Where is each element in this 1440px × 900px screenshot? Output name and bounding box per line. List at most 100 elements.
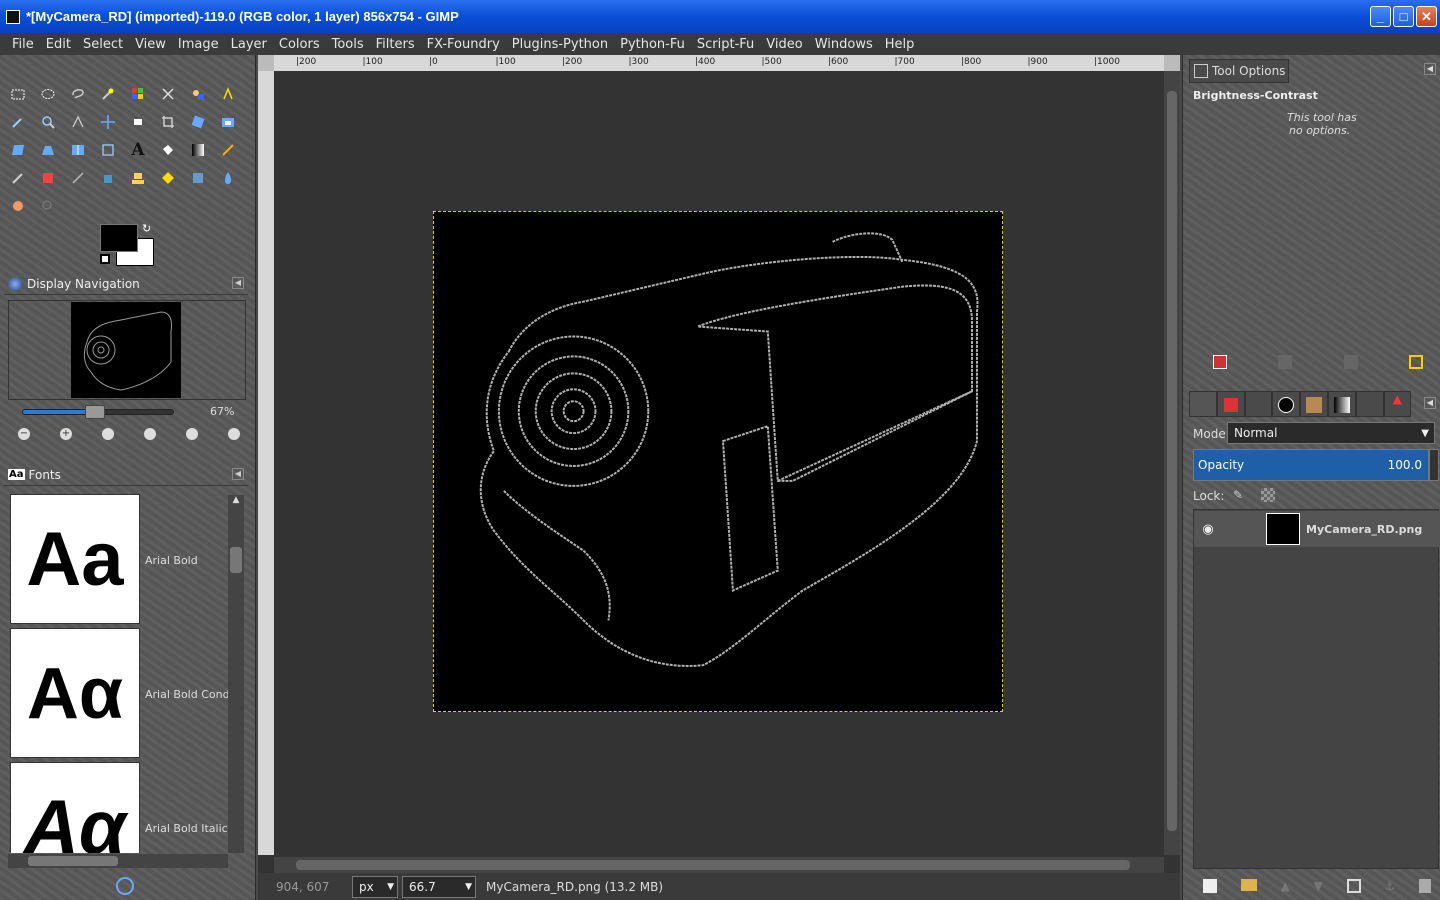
measure-icon[interactable] — [68, 112, 88, 132]
scissors-select-icon[interactable] — [158, 84, 178, 104]
fonts-dock-menu-arrow-icon[interactable]: ◀ — [232, 468, 244, 480]
vertical-ruler[interactable] — [258, 71, 274, 855]
heal-icon[interactable] — [158, 168, 178, 188]
menu-image[interactable]: Image — [172, 37, 225, 52]
canvas-vscroll[interactable] — [1164, 71, 1180, 855]
zoom-in-icon[interactable]: + — [60, 428, 72, 440]
swap-colors-icon[interactable]: ↻ — [142, 222, 151, 235]
new-layer-group-icon[interactable] — [1240, 879, 1257, 891]
bucket-fill-icon[interactable] — [158, 140, 178, 160]
layers-dock-menu-icon[interactable]: ◀ — [1424, 397, 1436, 409]
rect-select-icon[interactable] — [8, 84, 28, 104]
foreground-select-icon[interactable] — [188, 84, 208, 104]
patterns-tab-icon[interactable] — [1300, 391, 1328, 417]
layer-row[interactable]: ◉ MyCamera_RD.png — [1194, 511, 1440, 547]
maximize-button[interactable]: □ — [1393, 6, 1414, 27]
blend-icon[interactable] — [188, 140, 208, 160]
save-preset-icon[interactable] — [1213, 355, 1227, 369]
menu-windows[interactable]: Windows — [809, 37, 879, 52]
navigation-preview[interactable] — [71, 302, 181, 398]
minimize-button[interactable]: _ — [1370, 6, 1391, 27]
airbrush-icon[interactable] — [68, 168, 88, 188]
colormap-tab-icon[interactable] — [1272, 391, 1300, 417]
refresh-fonts-icon[interactable] — [116, 877, 134, 895]
lower-layer-icon[interactable]: ▼ — [1314, 879, 1323, 893]
undo-history-tab-icon[interactable] — [1356, 391, 1384, 417]
perspective-clone-icon[interactable] — [188, 168, 208, 188]
menu-fx-foundry[interactable]: FX-Foundry — [421, 37, 506, 52]
restore-preset-icon[interactable] — [1278, 355, 1293, 369]
delete-layer-icon[interactable] — [1418, 879, 1431, 893]
menu-colors[interactable]: Colors — [273, 37, 326, 52]
clone-icon[interactable] — [128, 168, 148, 188]
raise-layer-icon[interactable]: ▲ — [1281, 879, 1290, 893]
menu-view[interactable]: View — [129, 37, 172, 52]
zoom-select[interactable]: 66.7 ▼ — [402, 875, 476, 898]
menu-layer[interactable]: Layer — [225, 37, 273, 52]
tool-options-menu-icon[interactable]: ◀ — [1424, 63, 1436, 75]
opacity-slider[interactable]: Opacity 100.0 — [1193, 449, 1429, 481]
navigation-tab[interactable]: Display Navigation ◀ — [4, 273, 248, 295]
font-item[interactable]: Aα Arial Bold Conde — [10, 628, 228, 758]
crop-icon[interactable] — [158, 112, 178, 132]
lock-alpha-icon[interactable] — [1261, 488, 1275, 502]
cage-transform-icon[interactable] — [98, 140, 118, 160]
scale-icon[interactable] — [218, 112, 238, 132]
new-layer-icon[interactable] — [1203, 879, 1217, 893]
move-icon[interactable] — [98, 112, 118, 132]
paths-icon[interactable] — [218, 84, 238, 104]
perspective-icon[interactable] — [38, 140, 58, 160]
channels-tab-icon[interactable] — [1216, 391, 1245, 417]
dock-menu-arrow-icon[interactable]: ◀ — [232, 277, 244, 289]
font-item[interactable]: Aa Arial Bold — [10, 494, 228, 624]
close-button[interactable]: ✕ — [1416, 6, 1437, 27]
menu-video[interactable]: Video — [760, 37, 808, 52]
paintbrush-icon[interactable] — [8, 168, 28, 188]
menu-tools[interactable]: Tools — [326, 37, 370, 52]
menu-filters[interactable]: Filters — [370, 37, 421, 52]
image-canvas[interactable] — [433, 211, 1003, 712]
menu-script-fu[interactable]: Script-Fu — [691, 37, 760, 52]
mode-select[interactable]: Normal ▼ — [1227, 422, 1435, 444]
navigation-zoom-handle[interactable] — [85, 405, 105, 419]
smudge-icon[interactable] — [8, 196, 28, 216]
eraser-icon[interactable] — [38, 168, 58, 188]
align-icon[interactable] — [128, 112, 148, 132]
blur-icon[interactable] — [218, 168, 238, 188]
zoom-icon[interactable] — [38, 112, 58, 132]
reset-icon[interactable] — [1408, 355, 1423, 369]
pencil-icon[interactable] — [218, 140, 238, 160]
opacity-spin[interactable] — [1429, 449, 1439, 481]
foreground-color-swatch[interactable] — [100, 224, 138, 252]
zoom-out-icon[interactable]: − — [18, 428, 30, 440]
quickmask-icon[interactable] — [1164, 55, 1180, 71]
ink-icon[interactable] — [98, 168, 118, 188]
zoom-fit-icon[interactable] — [144, 428, 156, 440]
anchor-layer-icon[interactable]: ⚓ — [1384, 879, 1395, 893]
select-by-color-icon[interactable] — [128, 84, 148, 104]
hscroll-thumb[interactable] — [28, 856, 118, 866]
horizontal-ruler[interactable]: |200 |100 |0 |100 |200 |300 |400 |500 |600 |700 |8… — [274, 55, 1164, 71]
duplicate-layer-icon[interactable] — [1346, 879, 1361, 893]
font-item[interactable]: Aα Arial Bold Italic — [10, 762, 228, 853]
text-tool-icon[interactable]: A — [128, 140, 148, 160]
layer-name[interactable]: MyCamera_RD.png — [1306, 523, 1422, 536]
menu-edit[interactable]: Edit — [40, 37, 77, 52]
color-picker-icon[interactable] — [8, 112, 28, 132]
shrink-wrap-icon[interactable] — [228, 428, 240, 440]
shear-icon[interactable] — [8, 140, 28, 160]
zoom-1-1-icon[interactable] — [102, 428, 114, 440]
menu-python-fu[interactable]: Python-Fu — [614, 37, 691, 52]
fuzzy-select-icon[interactable] — [98, 84, 118, 104]
menu-file[interactable]: File — [6, 37, 40, 52]
fonts-vscroll[interactable]: ▲ — [228, 495, 244, 853]
delete-preset-icon[interactable] — [1343, 355, 1358, 369]
lock-pixels-icon[interactable]: ✎ — [1233, 488, 1247, 502]
zoom-fill-icon[interactable] — [186, 428, 198, 440]
layers-tab-icon[interactable] — [1189, 391, 1217, 417]
eye-icon[interactable]: ◉ — [1200, 522, 1216, 537]
flip-icon[interactable] — [68, 140, 88, 160]
canvas-hscroll[interactable] — [274, 857, 1164, 873]
navigation-zoom-slider[interactable] — [22, 405, 174, 419]
menu-select[interactable]: Select — [77, 37, 129, 52]
